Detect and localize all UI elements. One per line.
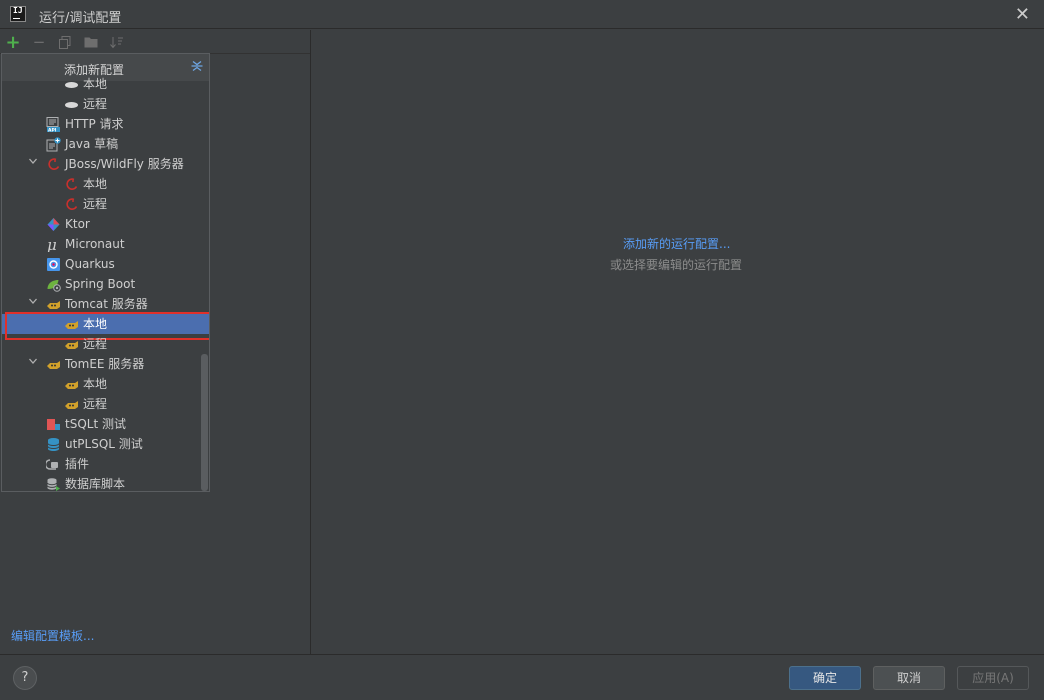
- popup-scrollbar[interactable]: [201, 354, 208, 491]
- quarkus-icon: [46, 257, 61, 271]
- svg-text:API: API: [48, 127, 57, 132]
- cloud-icon: [64, 97, 79, 111]
- jboss-icon: [64, 177, 79, 191]
- copy-configuration-icon[interactable]: [55, 32, 75, 52]
- java-scratch-icon: [46, 137, 61, 152]
- tomcat-icon: [64, 337, 79, 351]
- tomee-icon: [64, 377, 79, 391]
- tomcat-icon: [46, 297, 61, 311]
- tree-item-spring-boot[interactable]: Spring Boot: [2, 274, 209, 294]
- pane-divider[interactable]: [310, 30, 311, 654]
- tree-item-jboss-wildfly[interactable]: JBoss/WildFly 服务器: [2, 154, 209, 174]
- title-bar: IJ 运行/调试配置 ✕: [0, 0, 1044, 29]
- tomcat-icon: [64, 317, 79, 331]
- close-icon[interactable]: ✕: [1015, 4, 1030, 25]
- chevron-down-icon[interactable]: [28, 354, 40, 374]
- sort-configurations-icon[interactable]: [107, 32, 127, 52]
- add-new-run-configuration-link[interactable]: 添加新的运行配置...: [623, 235, 730, 252]
- micronaut-icon: μ: [46, 236, 61, 254]
- intellij-app-icon: IJ: [10, 6, 26, 22]
- window-title: 运行/调试配置: [39, 11, 122, 26]
- tree-item-tomcat-server[interactable]: Tomcat 服务器: [2, 294, 209, 314]
- tree-item-tomee-server[interactable]: TomEE 服务器: [2, 354, 209, 374]
- tree-item-utplsql[interactable]: utPLSQL 测试: [2, 434, 209, 454]
- jboss-icon: [64, 197, 79, 211]
- tree-item-tsqlt[interactable]: tSQLt 测试: [2, 414, 209, 434]
- tree-item-java-scratch[interactable]: Java 草稿: [2, 134, 209, 154]
- tree-item-jboss-local[interactable]: 本地: [2, 174, 209, 194]
- tree-item-ktor[interactable]: Ktor: [2, 214, 209, 234]
- tree-item-http-request[interactable]: API HTTP 请求: [2, 114, 209, 134]
- tsqlt-icon: [46, 417, 61, 431]
- add-new-configuration-popup: 添加新配置 本地 远程 API HTTP 请求 Java 草稿 JBoss/Wi…: [1, 53, 210, 492]
- db-script-icon: [46, 477, 61, 491]
- database-icon: [46, 437, 61, 451]
- tomee-icon: [46, 357, 61, 371]
- tree-item-db-script[interactable]: 数据库脚本: [2, 474, 209, 491]
- plugin-icon: [44, 457, 61, 471]
- tree-item-tomcat-remote[interactable]: 远程: [2, 334, 209, 354]
- config-toolbar: + −: [0, 30, 310, 54]
- apply-button[interactable]: 应用(A): [957, 666, 1029, 690]
- select-configuration-hint: 或选择要编辑的运行配置: [610, 258, 743, 272]
- spring-boot-icon: [46, 277, 61, 292]
- chevron-down-icon[interactable]: [28, 294, 40, 314]
- tree-item-quarkus[interactable]: Quarkus: [2, 254, 209, 274]
- collapse-all-icon[interactable]: [190, 60, 204, 74]
- api-icon: API: [46, 117, 61, 133]
- help-button[interactable]: ?: [13, 666, 37, 690]
- jboss-icon: [46, 157, 61, 171]
- move-to-folder-icon[interactable]: [81, 32, 101, 52]
- chevron-down-icon[interactable]: [28, 154, 40, 174]
- tomee-icon: [64, 397, 79, 411]
- tree-item-tomee-local[interactable]: 本地: [2, 374, 209, 394]
- tree-item-plugin[interactable]: 插件: [2, 454, 209, 474]
- tree-item-jboss-remote[interactable]: 远程: [2, 194, 209, 214]
- add-configuration-button[interactable]: +: [3, 32, 23, 53]
- ok-button[interactable]: 确定: [789, 666, 861, 690]
- dialog-footer: ? 确定 取消 应用(A): [0, 654, 1044, 700]
- tree-item-cloud-remote[interactable]: 远程: [2, 94, 209, 114]
- remove-configuration-button[interactable]: −: [29, 32, 49, 52]
- cloud-icon: [64, 77, 79, 91]
- cancel-button[interactable]: 取消: [873, 666, 945, 690]
- tree-item-tomcat-local[interactable]: 本地: [2, 312, 209, 340]
- edit-configuration-templates-link[interactable]: 编辑配置模板...: [11, 627, 94, 644]
- tree-item-micronaut[interactable]: μ Micronaut: [2, 234, 209, 254]
- svg-text:μ: μ: [47, 237, 57, 252]
- tree-item-tomee-remote[interactable]: 远程: [2, 394, 209, 414]
- ktor-icon: [46, 217, 61, 231]
- tree-item-cloud-local[interactable]: 本地: [2, 74, 209, 94]
